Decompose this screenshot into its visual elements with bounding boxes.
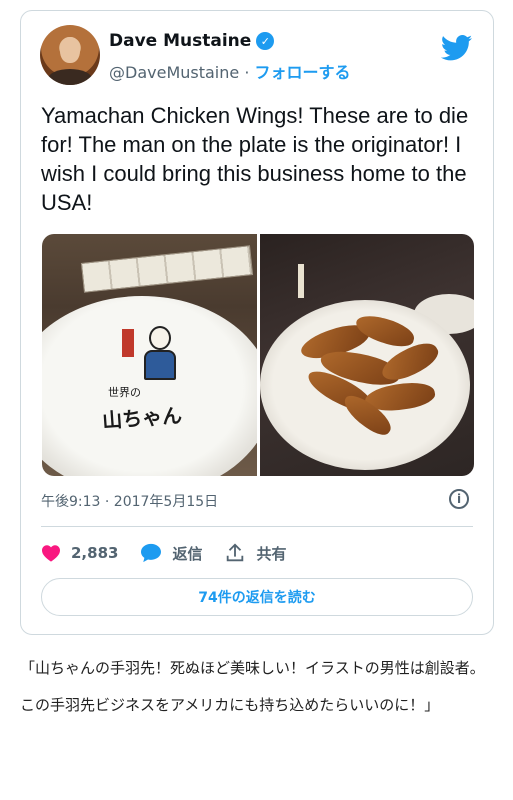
separator: · bbox=[244, 63, 250, 82]
plate-logo-small: 世界の bbox=[108, 386, 141, 399]
plate-logo: 山ちゃん bbox=[101, 403, 183, 433]
tweet-media[interactable]: 世界の 山ちゃん bbox=[42, 234, 474, 476]
read-replies-button[interactable]: 74件の返信を読む bbox=[41, 578, 473, 616]
follow-link[interactable]: フォローする bbox=[255, 63, 351, 82]
reply-bubble-icon bbox=[141, 543, 162, 563]
divider bbox=[41, 526, 473, 527]
red-label bbox=[122, 329, 134, 357]
translation-caption: 「山ちゃんの手羽先！死ぬほど美味しい！イラストの男性は創設者。この手羽先ビジネス… bbox=[20, 659, 485, 714]
reply-button[interactable]: 返信 bbox=[140, 543, 202, 564]
tweet-text: Yamachan Chicken Wings! These are to die… bbox=[41, 103, 469, 215]
toothpick-holder bbox=[297, 264, 304, 298]
share-label: 共有 bbox=[256, 544, 287, 563]
like-count: 2,883 bbox=[71, 544, 119, 562]
share-icon bbox=[227, 543, 244, 562]
tweet-timestamp[interactable]: 午後9:13 · 2017年5月15日 bbox=[41, 491, 218, 511]
author-name[interactable]: Dave Mustaine bbox=[109, 31, 251, 51]
heart-icon bbox=[42, 545, 60, 562]
author-handle[interactable]: @DaveMustaine bbox=[109, 63, 239, 82]
menu-paper bbox=[80, 245, 254, 293]
man-illustration bbox=[136, 326, 182, 382]
tweet-actions: 2,883 返信 共有 bbox=[41, 538, 308, 568]
author-handle-row: @DaveMustaine · フォローする bbox=[109, 59, 351, 83]
twitter-bird-icon[interactable] bbox=[441, 35, 473, 61]
photo-plate-illustration[interactable]: 世界の 山ちゃん bbox=[42, 234, 257, 476]
verified-badge-icon: ✓ bbox=[256, 32, 275, 50]
info-icon[interactable]: i bbox=[449, 489, 469, 509]
share-button[interactable]: 共有 bbox=[224, 542, 286, 564]
like-button[interactable]: 2,883 bbox=[41, 544, 118, 562]
photo-chicken-wings[interactable] bbox=[259, 234, 474, 476]
reply-label: 返信 bbox=[172, 544, 203, 563]
tweet-card: Dave Mustaine ✓ @DaveMustaine · フォローする Y… bbox=[20, 10, 494, 635]
plate bbox=[42, 296, 257, 476]
author-name-row[interactable]: Dave Mustaine ✓ bbox=[109, 31, 275, 51]
author-avatar[interactable] bbox=[40, 25, 100, 85]
